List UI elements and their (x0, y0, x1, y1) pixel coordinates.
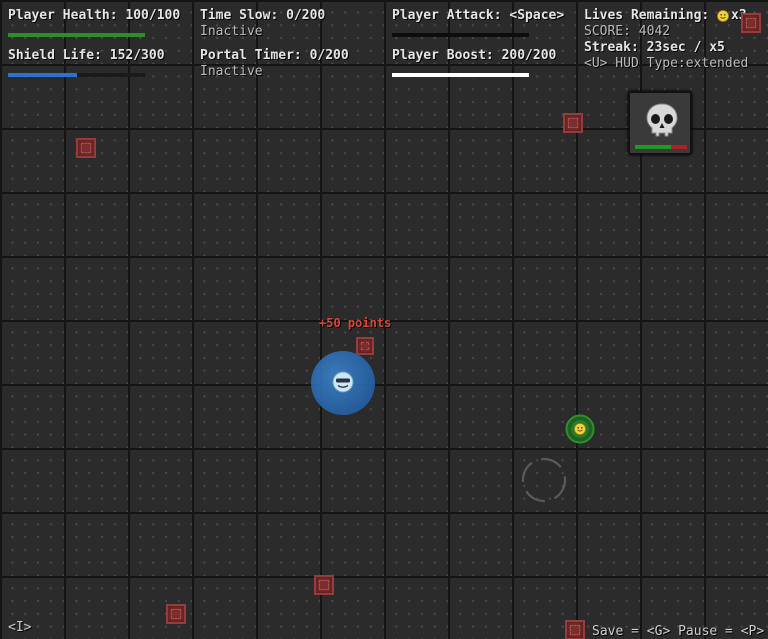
time-slow-label: Time Slow: 0/200 (200, 8, 326, 23)
controls-hint: Save = <G> Pause = <P> (592, 624, 765, 639)
health-bar-fill (8, 33, 145, 37)
portal-timer-label: Portal Timer: 0/200 (200, 48, 349, 63)
boss-panel (628, 91, 692, 155)
boost-bar-fill (392, 73, 529, 77)
portal-ring-icon (521, 457, 567, 503)
player-icon (332, 371, 354, 393)
shield-label: Shield Life: 152/300 (8, 48, 165, 63)
crate (565, 620, 585, 639)
crate (563, 113, 583, 133)
points-popup: +50 points (319, 316, 392, 330)
crate (314, 575, 334, 595)
lives-label: Lives Remaining: (584, 8, 710, 23)
skull-icon (646, 103, 678, 137)
portal-timer-status: Inactive (200, 64, 263, 79)
attack-bar (392, 33, 529, 37)
time-slow-status: Inactive (200, 24, 263, 39)
boost-label: Player Boost: 200/200 (392, 48, 557, 63)
score-text: SCORE: 4042 (584, 24, 671, 39)
game-canvas[interactable]: Player Health: 100/100 Shield Life: 152/… (0, 0, 768, 639)
boss-health-fill (635, 145, 672, 149)
smiley-icon (717, 10, 729, 22)
attack-label: Player Attack: <Space> (392, 8, 565, 23)
health-label: Player Health: 100/100 (8, 8, 181, 23)
streak-text: Streak: 23sec / x5 (584, 40, 725, 55)
crate (741, 13, 761, 33)
shield-bar (8, 73, 145, 77)
enemy-smiley-icon (565, 414, 595, 444)
crate (166, 604, 186, 624)
boost-bar (392, 73, 529, 77)
shield-bar-fill (8, 73, 78, 77)
crate (356, 337, 374, 355)
hud-type-toggle[interactable]: <U> HUD Type:extended (584, 56, 748, 71)
crate (76, 138, 96, 158)
boss-damage-fill (671, 145, 687, 149)
boss-health-bar (635, 145, 687, 149)
info-key-hint[interactable]: <I> (8, 620, 31, 635)
health-bar (8, 33, 145, 37)
